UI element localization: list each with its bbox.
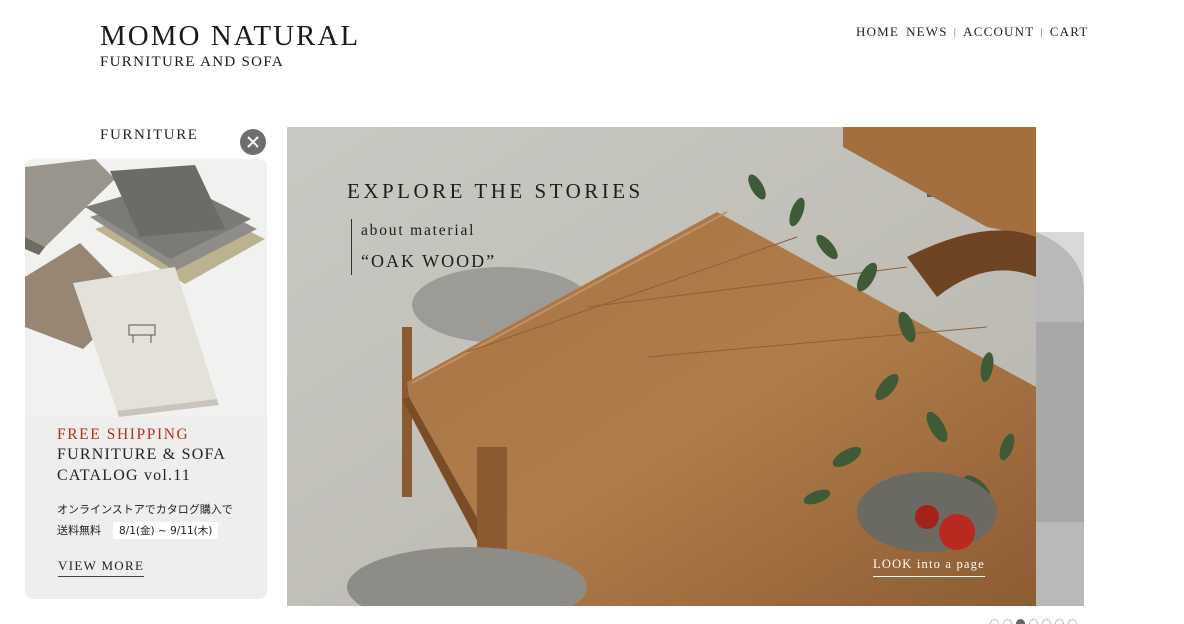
nav-cart[interactable]: CART xyxy=(1050,24,1089,40)
top-nav: HOME NEWS | ACCOUNT | CART xyxy=(856,24,1088,40)
promo-title-line1: FURNITURE & SOFA xyxy=(57,446,227,463)
carousel-dot[interactable] xyxy=(1068,619,1077,624)
promo-title-line2: CATALOG vol.11 xyxy=(57,467,192,484)
catalog-promo-card[interactable]: FREE SHIPPING FURNITURE & SOFA CATALOG v… xyxy=(25,159,267,599)
nav-separator: | xyxy=(953,26,958,38)
carousel-dots xyxy=(990,619,1077,624)
hero-divider xyxy=(351,219,352,275)
promo-jp-line1: オンラインストアでカタログ購入で xyxy=(57,503,233,516)
promo-date-row: 送料無料 8/1(金) ~ 9/11(木) xyxy=(57,521,257,540)
nav-account[interactable]: ACCOUNT xyxy=(963,24,1034,40)
brand-tagline: FURNITURE AND SOFA xyxy=(100,54,284,70)
carousel-dot[interactable] xyxy=(1003,619,1012,624)
hero-subtitle: about material xyxy=(361,222,476,239)
look-into-page-link[interactable]: LOOK into a page xyxy=(873,557,985,577)
nav-home[interactable]: HOME xyxy=(856,24,899,40)
promo-close-button[interactable] xyxy=(240,129,266,155)
next-slide-image xyxy=(1036,232,1084,606)
carousel-dot[interactable] xyxy=(1029,619,1038,624)
carousel-dot[interactable] xyxy=(1042,619,1051,624)
nav-news[interactable]: NEWS xyxy=(906,24,948,40)
promo-date-badge: 8/1(金) ~ 9/11(木) xyxy=(113,522,219,539)
close-icon xyxy=(247,136,259,148)
promo-text-block: FREE SHIPPING FURNITURE & SOFA CATALOG v… xyxy=(57,425,257,540)
hero-title: EXPLORE THE STORIES xyxy=(347,179,644,203)
view-more-link[interactable]: VIEW MORE xyxy=(58,558,145,577)
free-shipping-label: FREE SHIPPING xyxy=(57,426,190,443)
brand-name: MOMO NATURAL xyxy=(100,20,361,52)
hero-slide[interactable]: EXPLORE THE STORIES about material “OAK … xyxy=(287,127,1036,606)
carousel-dot[interactable] xyxy=(990,619,999,624)
nav-separator: | xyxy=(1040,26,1044,38)
catalog-image xyxy=(25,159,267,417)
section-label-furniture[interactable]: FURNITURE xyxy=(100,127,199,144)
carousel-dot-active[interactable] xyxy=(1016,619,1025,624)
brand-logo[interactable]: MOMO NATURAL FURNITURE AND SOFA xyxy=(100,20,360,71)
promo-jp-line2: 送料無料 xyxy=(57,524,101,537)
hero-quote: “OAK WOOD” xyxy=(361,251,497,271)
next-slide-preview[interactable] xyxy=(1036,232,1084,606)
carousel-dot[interactable] xyxy=(1055,619,1064,624)
